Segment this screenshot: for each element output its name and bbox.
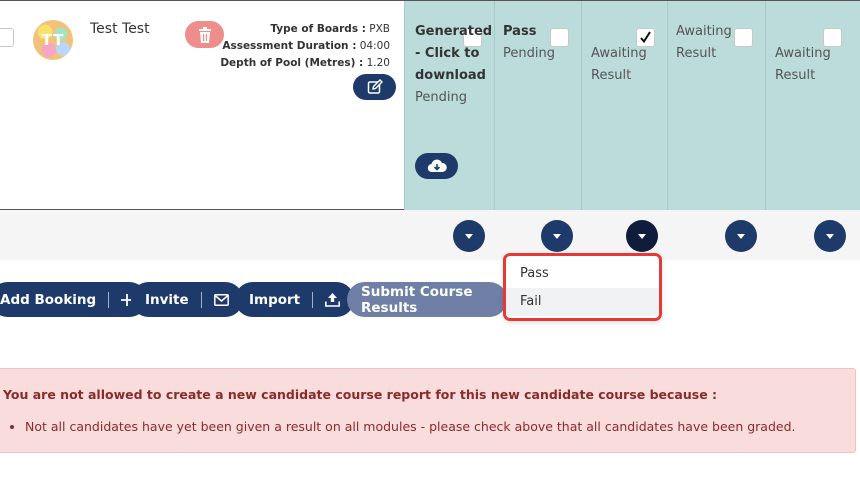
module-column-2: Pass Pending [494, 1, 581, 210]
delete-candidate-button[interactable] [185, 21, 224, 48]
module-1-status: Pending [415, 90, 467, 105]
alert-title: You are not allowed to create a new cand… [3, 387, 718, 402]
module-2-result-dropdown[interactable] [541, 220, 573, 252]
module-5-status: Awaiting Result [775, 46, 831, 83]
add-booking-button[interactable]: Add Booking [0, 282, 148, 317]
avatar: TT [33, 20, 73, 60]
submit-course-results-label: Submit Course Results [361, 283, 473, 316]
menu-item-pass[interactable]: Pass [506, 260, 659, 288]
submit-course-results-button[interactable]: Submit Course Results [347, 282, 507, 317]
caret-down-icon [737, 233, 745, 239]
import-label: Import [249, 291, 301, 308]
module-column-4: Awaiting Result [667, 1, 765, 210]
download-report-button[interactable] [415, 153, 458, 179]
module-2-status: Pending [503, 46, 555, 61]
module-column-5: Awaiting Result [765, 1, 860, 210]
invite-button[interactable]: Invite [131, 282, 243, 317]
cloud-download-icon [427, 159, 447, 173]
edit-candidate-button[interactable] [353, 74, 396, 100]
result-dropdown-menu: Pass Fail [503, 253, 662, 321]
modules-area: Generated - Click to download Pending Pa… [404, 1, 860, 210]
candidate-select-checkbox[interactable] [0, 28, 14, 47]
trash-icon [198, 26, 211, 43]
candidate-name: Test Test [90, 21, 150, 37]
edit-icon [367, 79, 383, 94]
candidate-row: TT Test Test Type of Boards : PXB Assess… [0, 0, 860, 210]
error-alert: You are not allowed to create a new cand… [0, 368, 856, 453]
add-booking-label: Add Booking [0, 291, 97, 308]
alert-list: Not all candidates have yet been given a… [25, 419, 796, 434]
module-3-status: Awaiting Result [591, 46, 647, 83]
caret-down-icon [553, 233, 561, 239]
module-5-result-dropdown[interactable] [814, 220, 846, 252]
menu-item-fail[interactable]: Fail [506, 288, 659, 316]
invite-label: Invite [145, 291, 189, 308]
caret-down-icon [638, 233, 646, 239]
module-4-checkbox[interactable] [734, 28, 753, 47]
module-1-result-dropdown[interactable] [453, 220, 485, 252]
module-1-title[interactable]: Generated - Click to download [415, 24, 492, 83]
caret-down-icon [465, 233, 473, 239]
module-3-result-dropdown[interactable] [626, 220, 658, 252]
module-column-1: Generated - Click to download Pending [404, 1, 494, 210]
module-4-result-dropdown[interactable] [725, 220, 757, 252]
detail-duration: Assessment Duration : 04:00 [222, 40, 390, 52]
module-2-title: Pass [503, 24, 537, 39]
module-4-status: Awaiting Result [676, 24, 732, 61]
detail-boards: Type of Boards : PXB [270, 23, 390, 35]
upload-icon [325, 292, 341, 307]
alert-list-item: Not all candidates have yet been given a… [25, 419, 796, 434]
envelope-icon [213, 293, 229, 306]
caret-down-icon [826, 233, 834, 239]
booking-details: Type of Boards : PXB Assessment Duration… [220, 21, 390, 72]
module-column-3: Awaiting Result [581, 1, 667, 210]
detail-pool-depth: Depth of Pool (Metres) : 1.20 [220, 57, 390, 69]
import-button[interactable]: Import [235, 282, 355, 317]
